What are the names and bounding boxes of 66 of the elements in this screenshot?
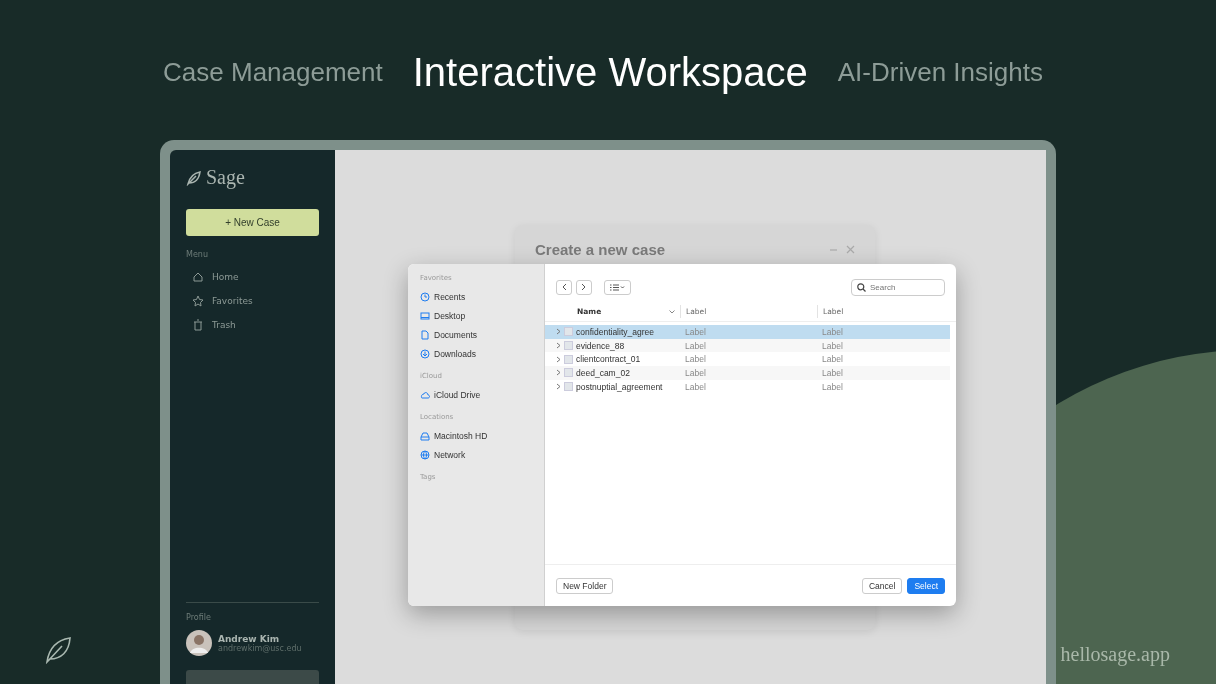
table-cell-text: Label [684,340,707,351]
file-name: clientcontract_01 [576,354,641,365]
download-icon [420,348,430,359]
sidebar-item[interactable]: iCloud Drive [420,385,481,404]
sidebar-item[interactable]: Macintosh HD [420,426,488,445]
chevron-left-icon [561,283,567,291]
table-cell-text: Label [821,381,844,392]
select-button[interactable]: Select [907,577,945,594]
sidebar-item[interactable]: Network [420,445,466,464]
forward-button[interactable] [576,279,592,295]
trash-icon [192,319,204,331]
file-row[interactable]: postnuptial_agreement Label Label [545,379,950,394]
file-row[interactable]: clientcontract_01 Label Label [545,352,950,367]
menu-item[interactable]: Trash [186,319,319,331]
sidebar-item[interactable]: Documents [420,325,477,344]
avatar-icon [186,630,212,656]
user-email: andrewkim@usc.edu [218,643,302,653]
new-case-button[interactable]: + New Case [186,209,319,236]
home-icon [192,271,204,283]
back-button[interactable] [556,279,572,295]
file-name: deed_cam_02 [576,367,630,378]
dialog-title: Create a new case [535,241,666,258]
clock-icon [420,291,430,302]
site-url: hellosage.app [1060,643,1170,666]
headline-tab[interactable]: Interactive Workspace [412,50,808,95]
cancel-button[interactable]: Cancel [861,577,903,594]
search-icon [857,282,866,292]
sidebar-item[interactable]: Desktop [420,306,466,325]
document-icon [420,329,430,340]
table-cell-text: Label [684,326,707,337]
sidebar-item[interactable]: Downloads [420,344,477,363]
file-name: confidentiality_agree [576,326,654,337]
file-name: postnuptial_agreement [576,381,663,392]
globe-icon [420,449,430,460]
table-cell-text: Label [821,326,844,337]
drive-icon [420,430,430,441]
file-row[interactable]: confidentiality_agree Label Label [545,325,950,339]
headline-tab[interactable]: AI-Driven Insights [837,57,1043,88]
menu-item[interactable]: Home [186,271,319,283]
close-icon[interactable] [846,245,855,254]
view-options-button[interactable] [604,279,631,295]
table-cell-text: Label [684,367,707,378]
search-field[interactable]: Search [851,278,945,296]
profile-heading: Profile [186,613,212,622]
table-cell-text: Label [684,354,707,365]
table-cell-text: Label [821,340,844,351]
app-logo: Sage [206,166,245,189]
cloud-icon [420,389,430,400]
leaf-icon [44,636,72,664]
user-name: Andrew Kim [218,633,281,644]
headline-tab[interactable]: Case Management [163,57,383,88]
table-cell-text: Label [821,367,844,378]
file-name: evidence_88 [576,340,625,351]
menu-heading: Menu [186,250,209,259]
star-icon [192,295,204,307]
chevron-right-icon [581,283,587,291]
sort-chevron-icon [669,309,675,314]
new-folder-button[interactable]: New Folder [556,577,614,594]
table-cell-text: Label [684,381,707,392]
desktop-icon [420,310,430,321]
sidebar-item[interactable]: Recents [420,287,466,306]
file-row[interactable]: deed_cam_02 Label Label [545,366,950,380]
list-icon [610,283,625,291]
leaf-icon [186,169,202,186]
table-cell-text: Label [821,354,844,365]
menu-item[interactable]: Favorites [186,295,319,307]
